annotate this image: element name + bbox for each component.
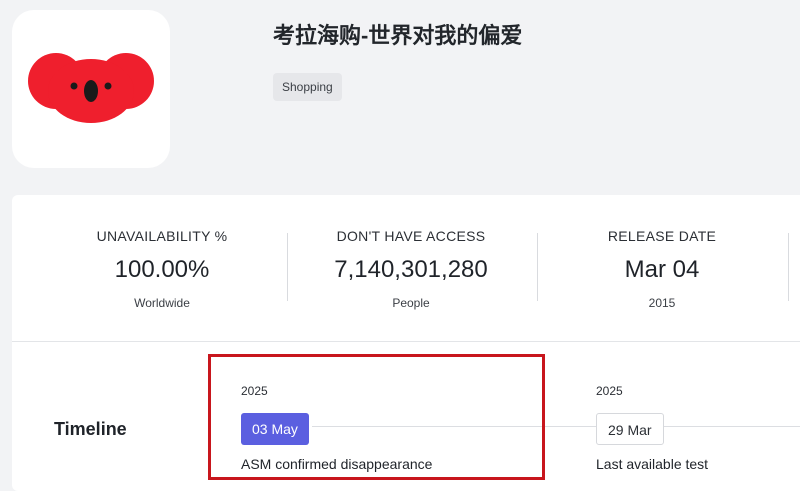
stat-subtext: 2015 xyxy=(648,296,676,310)
stat-label: RELEASE DATE xyxy=(607,228,717,244)
event-date-badge[interactable]: 29 Mar xyxy=(596,413,664,445)
app-icon xyxy=(12,10,170,168)
event-description: ASM confirmed disappearance xyxy=(241,456,433,472)
stat-label: UNAVAILABILITY % xyxy=(96,228,228,244)
stats-row: UNAVAILABILITY % 100.00% Worldwide DON'T… xyxy=(12,195,800,343)
timeline-event-disappearance: 2025 03 May ASM confirmed disappearance xyxy=(241,384,432,472)
app-detail-page: 考拉海购-世界对我的偏爱 Shopping UNAVAILABILITY % 1… xyxy=(0,0,800,491)
timeline-event-last-test: 2025 29 Mar Last available test xyxy=(596,384,708,472)
category-tag[interactable]: Shopping xyxy=(273,73,342,101)
stat-value: 100.00% xyxy=(114,256,210,283)
app-title: 考拉海购-世界对我的偏爱 xyxy=(273,23,523,48)
section-divider xyxy=(12,341,800,342)
koala-logo-icon xyxy=(28,53,154,123)
event-year: 2025 xyxy=(596,384,623,398)
app-info-card: UNAVAILABILITY % 100.00% Worldwide DON'T… xyxy=(12,195,800,491)
stat-release-date: RELEASE DATE Mar 04 2015 xyxy=(537,195,787,343)
stat-subtext: Worldwide xyxy=(134,296,190,310)
stat-value: Mar 04 xyxy=(624,256,700,283)
timeline-heading: Timeline xyxy=(54,419,127,439)
event-year: 2025 xyxy=(241,384,268,398)
stat-value: 7,140,301,280 xyxy=(334,256,488,283)
stat-no-access: DON'T HAVE ACCESS 7,140,301,280 People xyxy=(286,195,536,343)
event-date-badge[interactable]: 03 May xyxy=(241,413,309,445)
stat-subtext: People xyxy=(392,296,430,310)
stat-label: DON'T HAVE ACCESS xyxy=(336,228,486,244)
stat-unavailability: UNAVAILABILITY % 100.00% Worldwide xyxy=(37,195,287,343)
divider xyxy=(788,233,789,301)
event-description: Last available test xyxy=(596,456,709,472)
